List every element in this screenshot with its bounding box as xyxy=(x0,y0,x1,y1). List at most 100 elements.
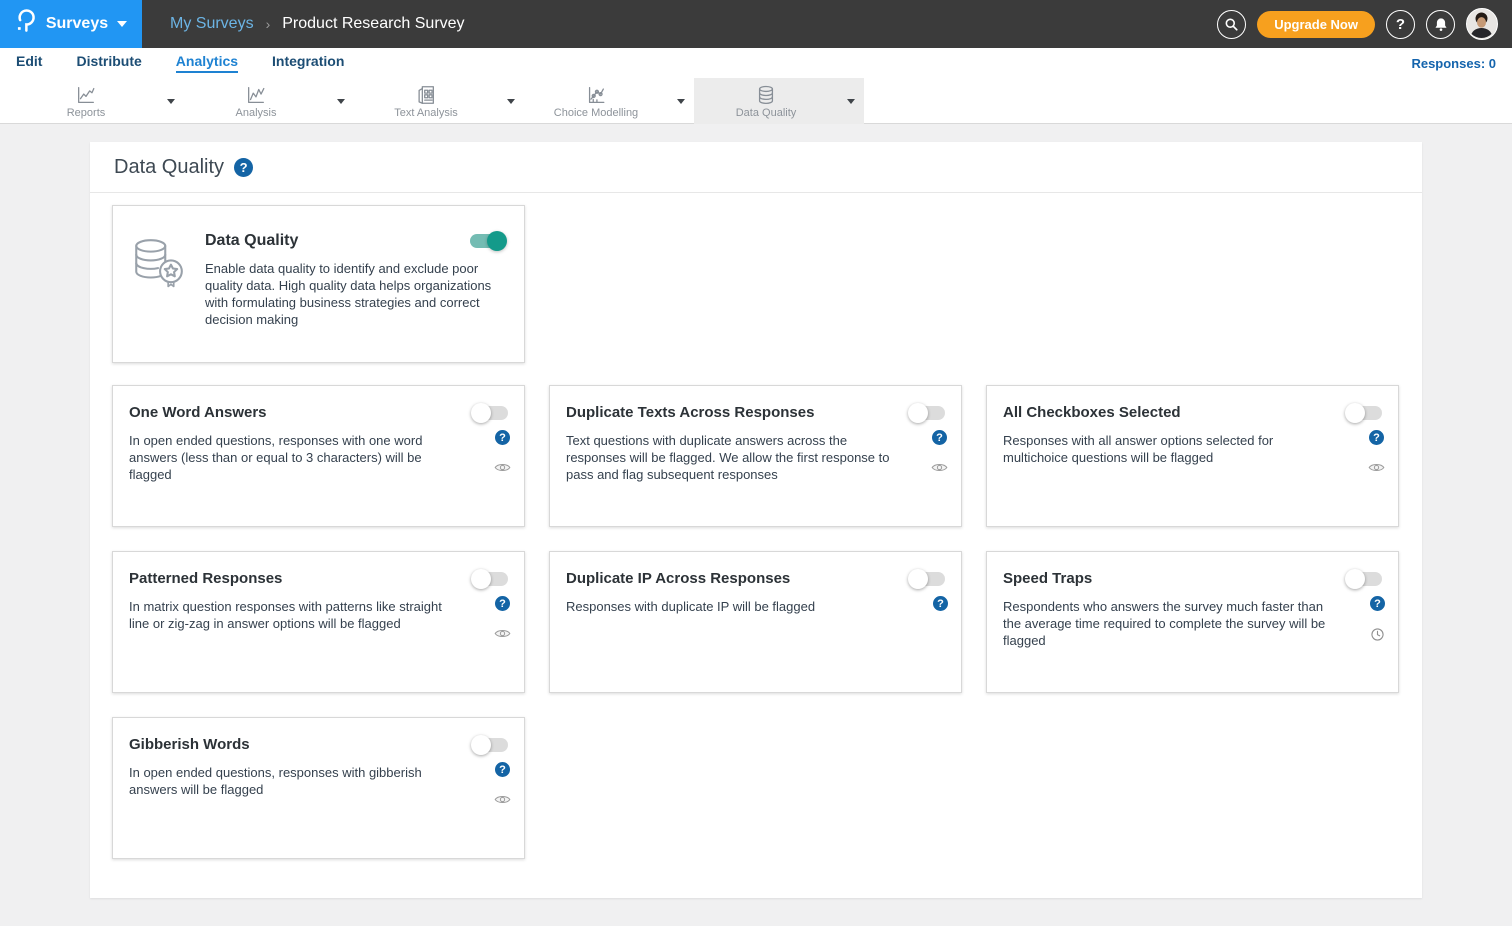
chevron-down-icon xyxy=(677,99,685,104)
toggle-knob xyxy=(908,403,928,423)
quality-checks-grid: One Word Answers In open ended questions… xyxy=(112,385,1400,859)
help-icon[interactable]: ? xyxy=(1370,596,1385,611)
analysis-chart-icon xyxy=(245,84,267,106)
card-title: Duplicate Texts Across Responses xyxy=(566,404,814,421)
tab-reports: Reports xyxy=(14,78,184,124)
eye-icon[interactable] xyxy=(1368,462,1385,473)
product-name: Surveys xyxy=(46,15,108,33)
tab-data-quality-button[interactable]: Data Quality xyxy=(694,78,838,124)
card-toggle[interactable] xyxy=(1346,572,1382,586)
tab-text-analysis: Text Analysis xyxy=(354,78,524,124)
help-icon[interactable]: ? xyxy=(495,596,510,611)
main-content: Data Quality ? xyxy=(0,124,1512,926)
responses-count: Responses: 0 xyxy=(1411,56,1512,71)
quality-check-card: All Checkboxes Selected Responses with a… xyxy=(986,385,1399,527)
breadcrumb-separator-icon: › xyxy=(266,16,271,32)
card-toggle[interactable] xyxy=(909,406,945,420)
bell-icon xyxy=(1434,17,1448,32)
eye-icon[interactable] xyxy=(931,462,948,473)
quality-check-card: Gibberish Words In open ended questions,… xyxy=(112,717,525,859)
analysis-dropdown-caret[interactable] xyxy=(328,78,354,124)
notifications-button[interactable] xyxy=(1426,10,1455,39)
quality-check-card: Patterned Responses In matrix question r… xyxy=(112,551,525,693)
topbar-actions: Upgrade Now ? xyxy=(1217,8,1512,40)
chevron-down-icon xyxy=(847,99,855,104)
text-analysis-dropdown-caret[interactable] xyxy=(498,78,524,124)
card-toggle[interactable] xyxy=(472,406,508,420)
toggle-knob xyxy=(471,569,491,589)
main-card-description: Enable data quality to identify and excl… xyxy=(205,260,506,328)
quality-check-card: One Word Answers In open ended questions… xyxy=(112,385,525,527)
tab-analysis: Analysis xyxy=(184,78,354,124)
page-title: Data Quality xyxy=(114,156,224,179)
card-description: Text questions with duplicate answers ac… xyxy=(566,432,945,483)
help-icon[interactable]: ? xyxy=(933,596,948,611)
tab-analysis-button[interactable]: Analysis xyxy=(184,78,328,124)
card-toggle[interactable] xyxy=(909,572,945,586)
user-avatar[interactable] xyxy=(1466,8,1498,40)
text-analysis-icon xyxy=(415,84,437,106)
nav-edit[interactable]: Edit xyxy=(16,53,42,73)
toggle-knob xyxy=(1345,403,1365,423)
eye-icon[interactable] xyxy=(494,794,511,805)
nav-analytics[interactable]: Analytics xyxy=(176,53,238,73)
card-title: Duplicate IP Across Responses xyxy=(566,570,790,587)
search-button[interactable] xyxy=(1217,10,1246,39)
quality-check-card: Speed Traps Respondents who answers the … xyxy=(986,551,1399,693)
toggle-knob xyxy=(908,569,928,589)
choice-modelling-icon xyxy=(585,84,607,106)
quality-check-card: Duplicate IP Across Responses Responses … xyxy=(549,551,962,693)
choice-modelling-dropdown-caret[interactable] xyxy=(668,78,694,124)
breadcrumb-my-surveys[interactable]: My Surveys xyxy=(170,15,254,33)
tab-text-analysis-button[interactable]: Text Analysis xyxy=(354,78,498,124)
eye-icon[interactable] xyxy=(494,462,511,473)
card-description: Responses with all answer options select… xyxy=(1003,432,1382,466)
search-icon xyxy=(1224,17,1239,32)
card-toggle[interactable] xyxy=(472,572,508,586)
card-description: Respondents who answers the survey much … xyxy=(1003,598,1382,649)
panel-body: Data Quality Enable data quality to iden… xyxy=(90,193,1422,889)
tab-choice-modelling-button[interactable]: Choice Modelling xyxy=(524,78,668,124)
clock-icon[interactable] xyxy=(1371,628,1384,641)
card-title: All Checkboxes Selected xyxy=(1003,404,1181,421)
toggle-knob xyxy=(1345,569,1365,589)
upgrade-now-button[interactable]: Upgrade Now xyxy=(1257,11,1375,38)
quality-check-card: Duplicate Texts Across Responses Text qu… xyxy=(549,385,962,527)
reports-dropdown-caret[interactable] xyxy=(158,78,184,124)
panel-header: Data Quality ? xyxy=(90,142,1422,193)
card-toggle[interactable] xyxy=(472,738,508,752)
eye-icon[interactable] xyxy=(494,628,511,639)
chevron-down-icon xyxy=(337,99,345,104)
data-quality-dropdown-caret[interactable] xyxy=(838,78,864,124)
help-button[interactable]: ? xyxy=(1386,10,1415,39)
card-description: In open ended questions, responses with … xyxy=(129,764,508,798)
tab-reports-button[interactable]: Reports xyxy=(14,78,158,124)
chevron-down-icon xyxy=(507,99,515,104)
help-icon[interactable]: ? xyxy=(495,430,510,445)
chevron-down-icon xyxy=(117,21,127,27)
database-icon xyxy=(755,84,777,106)
product-switcher[interactable]: Surveys xyxy=(0,0,142,48)
reports-chart-icon xyxy=(75,84,97,106)
chevron-down-icon xyxy=(167,99,175,104)
breadcrumb-current-survey: Product Research Survey xyxy=(282,15,464,33)
topbar: Surveys My Surveys › Product Research Su… xyxy=(0,0,1512,48)
survey-section-nav: Edit Distribute Analytics Integration Re… xyxy=(0,48,1512,78)
data-quality-main-card: Data Quality Enable data quality to iden… xyxy=(112,205,525,363)
tab-choice-modelling: Choice Modelling xyxy=(524,78,694,124)
help-icon[interactable]: ? xyxy=(495,762,510,777)
nav-integration[interactable]: Integration xyxy=(272,53,344,73)
page-help-icon[interactable]: ? xyxy=(234,158,253,177)
toggle-knob xyxy=(471,403,491,423)
nav-distribute[interactable]: Distribute xyxy=(76,53,141,73)
data-quality-toggle[interactable] xyxy=(470,234,506,248)
card-description: In matrix question responses with patter… xyxy=(129,598,508,632)
card-title: Gibberish Words xyxy=(129,736,250,753)
database-quality-icon xyxy=(129,234,187,362)
questionpro-logo-icon xyxy=(15,8,37,40)
card-toggle[interactable] xyxy=(1346,406,1382,420)
help-icon[interactable]: ? xyxy=(1369,430,1384,445)
data-quality-panel: Data Quality ? xyxy=(90,142,1422,898)
card-description: In open ended questions, responses with … xyxy=(129,432,508,483)
help-icon[interactable]: ? xyxy=(932,430,947,445)
